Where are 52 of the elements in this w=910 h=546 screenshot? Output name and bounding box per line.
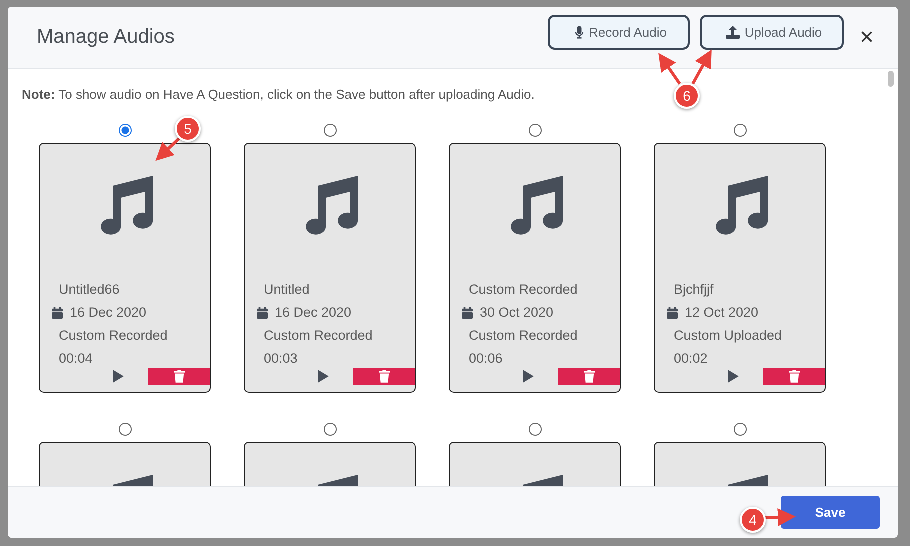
audio-date: 30 Oct 2020 (480, 304, 554, 322)
header-button[interactable]: Upload Audio (700, 15, 844, 50)
audio-type: Custom Recorded (469, 327, 578, 345)
delete-button[interactable] (558, 368, 620, 385)
audio-card[interactable]: Untitled66 16 Dec 2020 Custom Recorded 00:04 (39, 143, 211, 393)
audio-name: Untitled66 (59, 281, 120, 299)
play-icon (728, 370, 738, 383)
calendar-icon (667, 307, 678, 319)
dialog-title: Manage Audios (37, 26, 176, 49)
close-button[interactable]: × (856, 26, 878, 50)
calendar-icon (52, 307, 63, 319)
audio-duration: 00:04 (59, 350, 93, 368)
trash-icon (584, 370, 594, 383)
audio-type: Custom Recorded (264, 327, 373, 345)
audio-name: Bjchfjjf (674, 281, 714, 299)
delete-button[interactable] (763, 368, 825, 385)
audio-date: 16 Dec 2020 (275, 304, 352, 322)
radio-button[interactable] (528, 124, 542, 137)
radio-button[interactable] (118, 124, 132, 137)
audio-type: Custom Recorded (59, 327, 168, 345)
calendar-icon (462, 307, 473, 319)
audio-card[interactable]: Bjchfjjf 12 Oct 2020 Custom Uploaded 00:02 (654, 143, 826, 393)
upload-icon (726, 26, 740, 39)
audio-date: 16 Dec 2020 (70, 304, 147, 322)
trash-icon (788, 370, 800, 383)
save-button[interactable]: Save (781, 496, 880, 529)
note-text: Note: To show audio on Have A Question, click on the Save button after uploading Audio. (22, 87, 535, 102)
audio-date: 12 Oct 2020 (685, 304, 759, 322)
play-icon (112, 370, 124, 383)
play-icon (318, 370, 328, 383)
radio-button[interactable] (734, 124, 746, 137)
radio-button[interactable] (528, 423, 542, 436)
delete-button[interactable] (353, 368, 415, 385)
audio-name: Custom Recorded (469, 281, 578, 299)
microphone-icon (574, 26, 584, 39)
audio-duration: 00:02 (674, 350, 708, 368)
radio-button[interactable] (324, 124, 336, 137)
play-icon (522, 370, 534, 383)
delete-button[interactable] (148, 368, 210, 385)
audio-type: Custom Uploaded (674, 327, 782, 345)
radio-button[interactable] (324, 423, 336, 436)
audio-duration: 00:03 (264, 350, 298, 368)
audio-duration: 00:06 (469, 350, 503, 368)
trash-icon (378, 370, 390, 383)
audio-name: Untitled (264, 281, 310, 299)
calendar-icon (257, 307, 268, 319)
audio-card[interactable]: Custom Recorded 30 Oct 2020 Custom Recorded 00:06 (449, 143, 621, 393)
trash-icon (174, 370, 184, 383)
audio-card[interactable]: Untitled 16 Dec 2020 Custom Recorded 00:03 (244, 143, 416, 393)
radio-button[interactable] (734, 423, 746, 436)
header-button[interactable]: Record Audio (548, 15, 690, 50)
radio-button[interactable] (118, 423, 132, 436)
